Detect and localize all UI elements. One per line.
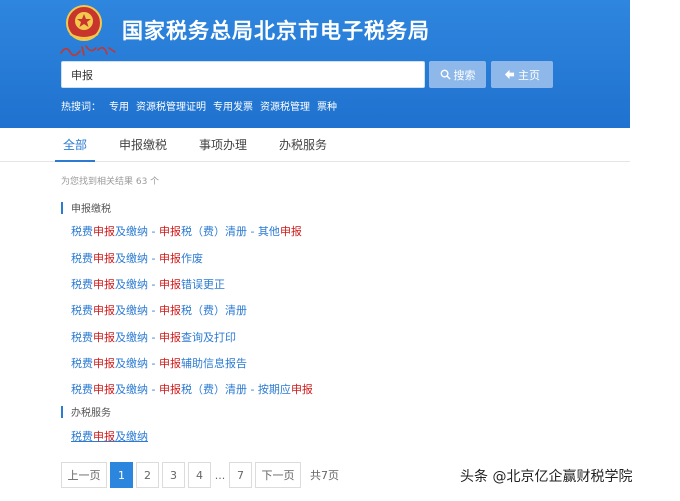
result-highlight: 申报	[158, 331, 181, 344]
section-header: 申报缴税	[61, 201, 111, 215]
page-ellipsis: ...	[214, 468, 226, 482]
result-highlight: 申报	[158, 304, 181, 317]
result-text: 辅助信息报告	[180, 357, 247, 370]
hot-word-link[interactable]: 票种	[317, 98, 337, 113]
page-button-last[interactable]: 7	[229, 462, 252, 488]
next-page-button[interactable]: 下一页	[255, 462, 301, 488]
search-result-link[interactable]: 税费申报及缴纳 - 申报税（费）清册 - 其他申报	[71, 223, 302, 238]
result-text: 税（费）清册 - 其他	[180, 225, 280, 238]
tab-tax-services[interactable]: 办税服务	[279, 128, 327, 161]
result-text: 及缴纳 -	[115, 225, 159, 238]
result-text: 作废	[180, 252, 203, 265]
result-highlight: 申报	[279, 225, 302, 238]
result-text: 税费	[71, 252, 93, 265]
search-result-link[interactable]: 税费申报及缴纳 - 申报查询及打印	[71, 329, 236, 344]
tab-matter-handling[interactable]: 事项办理	[199, 128, 247, 161]
result-text: 税（费）清册 - 按期应	[180, 383, 291, 396]
section-marker	[61, 405, 63, 418]
brand-signature-logo	[60, 45, 116, 57]
result-highlight: 申报	[290, 383, 313, 396]
page-button-current[interactable]: 1	[110, 462, 133, 488]
result-highlight: 申报	[158, 252, 181, 265]
result-highlight: 申报	[158, 357, 181, 370]
page-button[interactable]: 2	[136, 462, 159, 488]
result-text: 税费	[71, 331, 93, 344]
home-button[interactable]: 主页	[491, 61, 553, 88]
hot-word-link[interactable]: 资源税管理	[260, 98, 310, 113]
category-tabs: 全部 申报缴税 事项办理 办税服务	[0, 128, 630, 162]
watermark: 头条 @北京亿企赢财税学院	[460, 469, 633, 485]
result-highlight: 申报	[93, 225, 115, 238]
tab-declare-pay-tax[interactable]: 申报缴税	[119, 128, 167, 161]
result-highlight: 申报	[93, 331, 115, 344]
search-result-link[interactable]: 税费申报及缴纳 - 申报作废	[71, 250, 203, 265]
result-text: 及缴纳 -	[115, 304, 159, 317]
tax-emblem-icon	[66, 5, 102, 41]
result-text: 税费	[71, 278, 93, 291]
hot-word-link[interactable]: 资源税管理证明	[136, 98, 206, 113]
search-input[interactable]	[61, 61, 425, 88]
result-text: 及缴纳 -	[115, 252, 159, 265]
result-highlight: 申报	[93, 357, 115, 370]
section-header: 办税服务	[61, 405, 111, 419]
home-button-label: 主页	[518, 68, 540, 82]
result-highlight: 申报	[158, 278, 181, 291]
result-highlight: 申报	[158, 225, 181, 238]
tab-all[interactable]: 全部	[54, 128, 96, 162]
hot-search-label: 热搜词：	[61, 101, 101, 113]
search-result-link[interactable]: 税费申报及缴纳 - 申报错误更正	[71, 276, 225, 291]
result-highlight: 申报	[93, 304, 115, 317]
result-highlight: 申报	[93, 383, 115, 396]
result-text: 税（费）清册	[180, 304, 247, 317]
page-button[interactable]: 3	[162, 462, 185, 488]
search-icon	[440, 69, 451, 80]
result-text: 及缴纳 -	[115, 278, 159, 291]
result-text: 税费	[71, 225, 93, 238]
result-text: 及缴纳 -	[115, 383, 159, 396]
site-header: 国家税务总局北京市电子税务局 搜索 主页 热搜词： 专用 资源税管理证明 专用发…	[0, 0, 630, 128]
result-text: 及缴纳	[115, 430, 148, 443]
page-button[interactable]: 4	[188, 462, 211, 488]
total-pages: 共7页	[310, 469, 339, 482]
hot-word-link[interactable]: 专用发票	[213, 98, 253, 113]
search-result-link[interactable]: 税费申报及缴纳 - 申报税（费）清册 - 按期应申报	[71, 381, 313, 396]
search-result-link[interactable]: 税费申报及缴纳	[71, 428, 148, 443]
search-button-label: 搜索	[453, 68, 476, 82]
page-title: 国家税务总局北京市电子税务局	[122, 19, 430, 43]
prev-page-button[interactable]: 上一页	[61, 462, 107, 488]
section-title: 办税服务	[71, 408, 111, 419]
result-count: 为您找到相关结果 63 个	[61, 177, 160, 187]
search-result-link[interactable]: 税费申报及缴纳 - 申报税（费）清册	[71, 302, 247, 317]
result-highlight: 申报	[93, 430, 115, 443]
result-text: 错误更正	[180, 278, 225, 291]
result-highlight: 申报	[158, 383, 181, 396]
pagination: 上一页 1 2 3 4 ... 7 下一页 共7页	[61, 462, 339, 488]
result-text: 查询及打印	[180, 331, 236, 344]
result-text: 税费	[71, 430, 93, 443]
result-text: 税费	[71, 383, 93, 396]
result-text: 及缴纳 -	[115, 331, 159, 344]
section-marker	[61, 201, 63, 214]
hot-search-words: 热搜词： 专用 资源税管理证明 专用发票 资源税管理 票种	[61, 98, 344, 113]
search-result-link[interactable]: 税费申报及缴纳 - 申报辅助信息报告	[71, 355, 247, 370]
result-highlight: 申报	[93, 252, 115, 265]
result-text: 税费	[71, 304, 93, 317]
section-title: 申报缴税	[71, 204, 111, 215]
hot-word-link[interactable]: 专用	[109, 98, 129, 113]
result-highlight: 申报	[93, 278, 115, 291]
result-text: 税费	[71, 357, 93, 370]
search-button[interactable]: 搜索	[429, 61, 486, 88]
back-arrow-icon	[504, 69, 515, 80]
result-text: 及缴纳 -	[115, 357, 159, 370]
